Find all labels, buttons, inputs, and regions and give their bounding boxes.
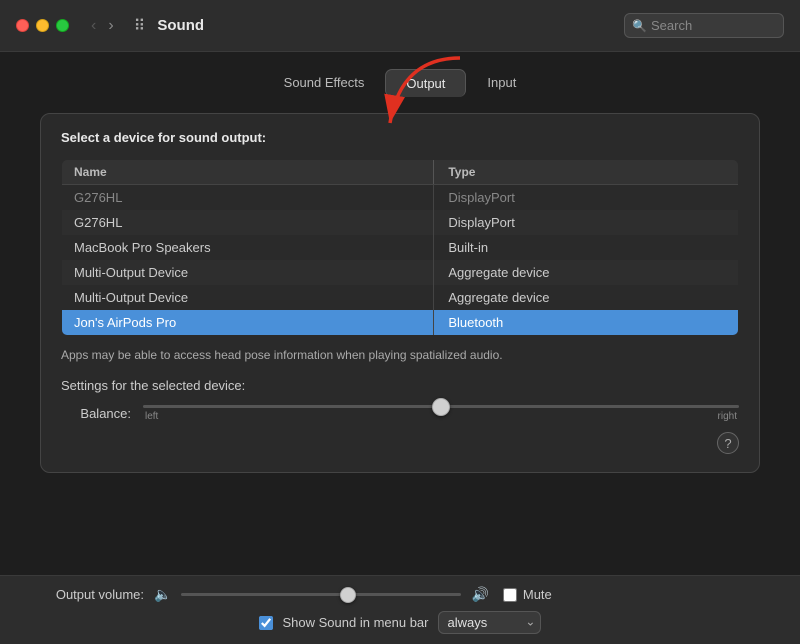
- device-name-cell: Multi-Output Device: [62, 260, 434, 285]
- menubar-row: Show Sound in menu bar always when activ…: [24, 611, 776, 634]
- grid-icon: ⠿: [134, 16, 146, 36]
- mute-row: Mute: [503, 587, 552, 602]
- table-row[interactable]: G276HLDisplayPort: [62, 185, 739, 211]
- mute-label: Mute: [523, 587, 552, 602]
- search-wrap: 🔍: [624, 13, 784, 38]
- device-name-cell: G276HL: [62, 210, 434, 235]
- table-row[interactable]: Jon's AirPods ProBluetooth: [62, 310, 739, 336]
- minimize-button[interactable]: [36, 19, 49, 32]
- menubar-label: Show Sound in menu bar: [283, 615, 429, 630]
- tab-input[interactable]: Input: [466, 68, 537, 97]
- main-content: Sound Effects Output Input Select a devi…: [0, 52, 800, 575]
- forward-button[interactable]: ›: [104, 16, 117, 36]
- device-type-cell: DisplayPort: [434, 185, 739, 211]
- device-table: Name Type G276HLDisplayPortG276HLDisplay…: [61, 159, 739, 336]
- tab-sound-effects[interactable]: Sound Effects: [263, 68, 386, 97]
- table-row[interactable]: MacBook Pro SpeakersBuilt-in: [62, 235, 739, 260]
- balance-slider[interactable]: [143, 405, 739, 408]
- panel-container: Select a device for sound output: Name T…: [40, 113, 760, 473]
- menubar-frequency-dropdown[interactable]: always when active never: [438, 611, 541, 634]
- settings-label: Settings for the selected device:: [61, 378, 739, 393]
- nav-arrows: ‹ ›: [87, 16, 118, 36]
- show-in-menubar-checkbox[interactable]: [259, 616, 273, 630]
- volume-row: Output volume: 🔈 🔊 Mute: [24, 586, 776, 603]
- col-name: Name: [62, 160, 434, 185]
- table-row[interactable]: Multi-Output DeviceAggregate device: [62, 260, 739, 285]
- output-panel: Select a device for sound output: Name T…: [40, 113, 760, 473]
- volume-low-icon: 🔈: [154, 586, 171, 603]
- menubar-dropdown-container: always when active never: [438, 611, 541, 634]
- volume-high-icon: 🔊: [471, 586, 488, 603]
- help-button[interactable]: ?: [717, 432, 739, 454]
- device-type-cell: Built-in: [434, 235, 739, 260]
- window-title: Sound: [157, 17, 612, 34]
- device-type-cell: Bluetooth: [434, 310, 739, 336]
- info-text: Apps may be able to access head pose inf…: [61, 346, 739, 364]
- device-name-cell: Multi-Output Device: [62, 285, 434, 310]
- mute-checkbox[interactable]: [503, 588, 517, 602]
- bottom-bar: Output volume: 🔈 🔊 Mute Show Sound in me…: [0, 575, 800, 644]
- device-name-cell: Jon's AirPods Pro: [62, 310, 434, 336]
- table-row[interactable]: G276HLDisplayPort: [62, 210, 739, 235]
- device-name-cell: MacBook Pro Speakers: [62, 235, 434, 260]
- device-type-cell: Aggregate device: [434, 260, 739, 285]
- close-button[interactable]: [16, 19, 29, 32]
- volume-label: Output volume:: [24, 587, 144, 602]
- device-type-cell: Aggregate device: [434, 285, 739, 310]
- col-type: Type: [434, 160, 739, 185]
- titlebar: ‹ › ⠿ Sound 🔍: [0, 0, 800, 52]
- device-type-cell: DisplayPort: [434, 210, 739, 235]
- balance-row: Balance: left right: [61, 405, 739, 422]
- balance-right-label: right: [718, 411, 737, 422]
- output-volume-slider[interactable]: [181, 593, 461, 596]
- balance-slider-wrap: left right: [143, 405, 739, 422]
- table-row[interactable]: Multi-Output DeviceAggregate device: [62, 285, 739, 310]
- balance-left-label: left: [145, 411, 158, 422]
- search-input[interactable]: [624, 13, 784, 38]
- tabs: Sound Effects Output Input: [263, 68, 538, 97]
- panel-select-label: Select a device for sound output:: [61, 130, 739, 145]
- traffic-lights: [16, 19, 69, 32]
- maximize-button[interactable]: [56, 19, 69, 32]
- tab-output[interactable]: Output: [385, 69, 466, 97]
- back-button[interactable]: ‹: [87, 16, 100, 36]
- device-name-cell: G276HL: [62, 185, 434, 211]
- balance-label: Balance:: [61, 406, 131, 421]
